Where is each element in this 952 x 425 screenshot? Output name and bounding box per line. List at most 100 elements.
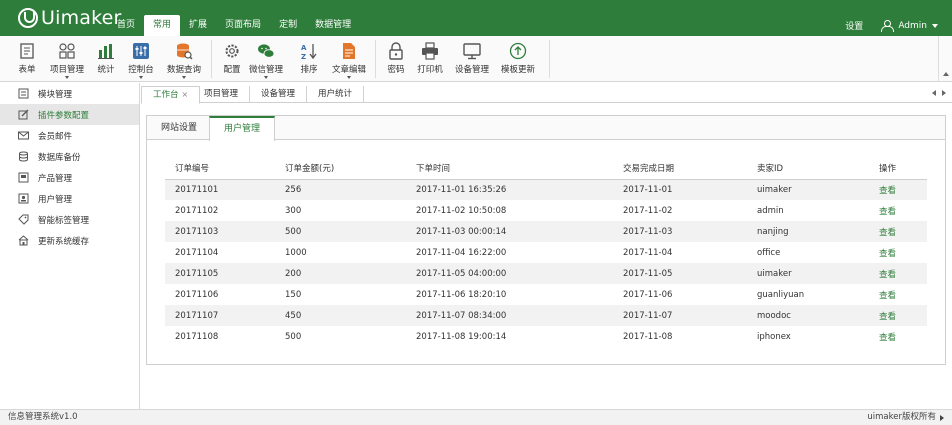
toolbar-button-label: 表单 xyxy=(18,65,36,75)
view-link[interactable]: 查看 xyxy=(869,221,927,242)
subtab-item[interactable]: 网站设置 xyxy=(147,116,211,140)
tab-item[interactable]: 工作台 × xyxy=(141,86,201,104)
toolbar-button[interactable]: 设备管理 xyxy=(452,40,492,75)
toolbar-button[interactable]: 微信管理 xyxy=(246,40,286,79)
nav-item[interactable]: 定制 xyxy=(270,15,306,36)
nav-item[interactable]: 数据管理 xyxy=(306,15,360,36)
chevron-left-icon[interactable] xyxy=(932,90,936,96)
chevron-right-icon[interactable] xyxy=(940,414,944,421)
sidebar-item[interactable]: 数据库备份 xyxy=(0,146,139,167)
view-link[interactable]: 查看 xyxy=(869,305,927,326)
toolbar-button[interactable]: 数据查询 xyxy=(164,40,204,79)
sidebar-item[interactable]: 智能标签管理 xyxy=(0,209,139,230)
orders-table: 订单编号 订单金额(元) 下单时间 交易完成日期 卖家ID 操作 20171101 256 2… xyxy=(165,158,927,347)
book-icon xyxy=(18,88,29,99)
toolbar-button[interactable]: 模板更新 xyxy=(498,40,538,75)
sidebar-item-label: 产品管理 xyxy=(38,173,73,184)
sidebar-item[interactable]: 模块管理 xyxy=(0,83,139,104)
tab-item[interactable]: 项目管理 xyxy=(193,86,251,103)
toolbar-button[interactable]: A Z 排序 xyxy=(289,40,329,75)
table-row: 20171107 450 2017-11-07 08:34:00 2017-11-07… xyxy=(165,305,927,326)
table-cell: 20171102 xyxy=(175,205,219,216)
nav-item[interactable]: 页面布局 xyxy=(216,15,270,36)
toolbar-button[interactable]: 打印机 xyxy=(410,40,450,75)
toolbar-button-label: 排序 xyxy=(300,65,318,75)
table-cell: 2017-11-01 16:35:26 xyxy=(406,179,613,200)
copyright-text: uimaker版权所有 xyxy=(867,412,936,422)
sidebar-item[interactable]: 更新系统缓存 xyxy=(0,230,139,251)
gear-icon xyxy=(223,42,241,60)
sidebar-item[interactable]: 会员邮件 xyxy=(0,125,139,146)
nav-item[interactable]: 扩展 xyxy=(180,15,216,36)
user-name[interactable]: Admin xyxy=(898,21,927,31)
table-cell: 2017-11-07 08:34:00 xyxy=(406,305,613,326)
table-cell: uimaker xyxy=(747,263,869,284)
database-search-icon xyxy=(175,42,193,60)
sidebar-item-label: 用户管理 xyxy=(38,194,73,205)
caret-down-icon[interactable] xyxy=(347,76,351,79)
caret-down-icon[interactable] xyxy=(65,76,69,79)
sliders-icon xyxy=(132,42,150,60)
table-cell: 20171108 xyxy=(175,331,219,342)
caret-down-icon[interactable] xyxy=(139,76,143,79)
grid-icon xyxy=(58,42,76,60)
toolbar-scroll[interactable] xyxy=(938,36,952,82)
sidebar-item-label: 模块管理 xyxy=(38,89,73,100)
user-card-icon xyxy=(18,193,29,204)
sidebar-item-label: 会员邮件 xyxy=(38,131,73,142)
table-cell: admin xyxy=(757,205,784,216)
database-icon xyxy=(18,151,29,162)
tab-item[interactable]: 设备管理 xyxy=(250,86,308,103)
folder-icon xyxy=(18,172,29,183)
table-cell: 200 xyxy=(275,263,406,284)
toolbar-button[interactable]: 文章编辑 xyxy=(329,40,369,79)
tab-item[interactable]: 用户统计 xyxy=(307,86,365,103)
nav-item[interactable]: 常用 xyxy=(144,15,181,36)
caret-down-icon[interactable] xyxy=(182,76,186,79)
main-nav: 首页 常用 扩展 页面布局 定制 数据管理 xyxy=(108,15,360,36)
table-cell: 2017-11-05 xyxy=(613,263,747,284)
toolbar-button-label: 模板更新 xyxy=(500,65,535,75)
table-cell: uimaker xyxy=(747,179,869,200)
table-cell: 2017-11-04 xyxy=(623,247,673,258)
table-cell: 1000 xyxy=(285,247,307,258)
toolbar-button[interactable]: 表单 xyxy=(7,40,47,75)
table-cell: 2017-11-07 xyxy=(613,305,747,326)
ribbon-toolbar: 表单 项目管理 统计 控制台 数据查询 配置 微信管理 A Z 排序 文章编辑 密码 打印机 设备管理 模板… xyxy=(0,36,952,82)
sidebar-item[interactable]: 产品管理 xyxy=(0,167,139,188)
view-link[interactable]: 查看 xyxy=(869,263,927,284)
mail-icon xyxy=(18,130,29,141)
view-link[interactable]: 查看 xyxy=(869,200,927,221)
table-cell: 2017-11-02 10:50:08 xyxy=(416,205,507,216)
sidebar-item[interactable]: 插件参数配置 xyxy=(0,104,139,125)
toolbar-button-label: 设备管理 xyxy=(454,65,489,75)
table-cell: 2017-11-02 xyxy=(623,205,673,216)
view-link[interactable]: 查看 xyxy=(869,284,927,305)
toolbar-button[interactable]: 统计 xyxy=(86,40,126,75)
chevron-down-icon[interactable] xyxy=(932,23,938,28)
app-logo[interactable]: Uimaker xyxy=(18,6,122,30)
table-cell: 500 xyxy=(275,221,406,242)
toolbar-button-label: 统计 xyxy=(97,65,115,75)
toolbar-button[interactable]: 项目管理 xyxy=(47,40,87,79)
column-header: 下单时间 xyxy=(406,158,613,180)
toolbar-button[interactable]: 控制台 xyxy=(121,40,161,79)
nav-item[interactable]: 首页 xyxy=(108,15,144,36)
monitor-icon xyxy=(463,42,481,60)
chevron-up-icon[interactable] xyxy=(943,72,949,76)
view-link[interactable]: 查看 xyxy=(869,242,927,263)
table-cell: 20171106 xyxy=(175,289,219,300)
table-cell: 450 xyxy=(275,305,406,326)
view-link[interactable]: 查看 xyxy=(869,179,927,200)
chevron-right-icon[interactable] xyxy=(942,90,946,96)
tab-bar: 工作台 × 项目管理 设备管理 用户统计 xyxy=(141,86,952,104)
close-icon[interactable]: × xyxy=(182,90,189,99)
sidebar-item[interactable]: 用户管理 xyxy=(0,188,139,209)
settings-link[interactable]: 设置 xyxy=(845,19,863,32)
caret-down-icon[interactable] xyxy=(264,76,268,79)
svg-text:Z: Z xyxy=(301,53,306,60)
sidebar: 模块管理插件参数配置会员邮件数据库备份产品管理用户管理智能标签管理 更新系统缓存 xyxy=(0,83,140,409)
subtab-item[interactable]: 用户管理 xyxy=(209,116,276,141)
tab-label: 用户统计 xyxy=(318,89,353,99)
view-link[interactable]: 查看 xyxy=(869,326,927,347)
